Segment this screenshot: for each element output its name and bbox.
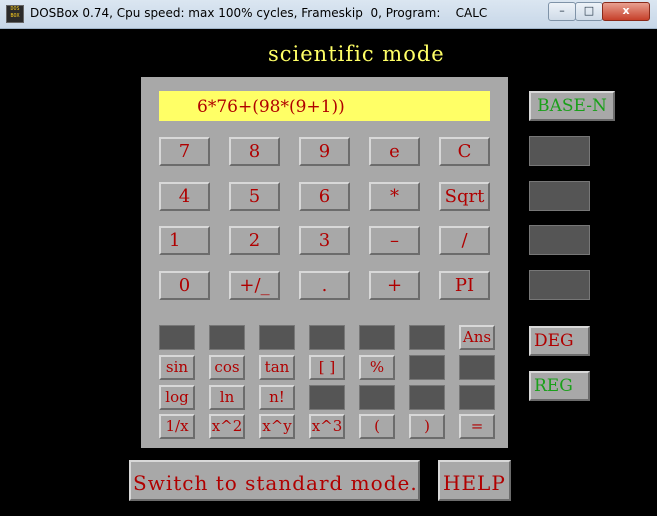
key-cube[interactable]: x^3 <box>309 414 345 439</box>
key-cos[interactable]: cos <box>209 355 245 380</box>
key-factorial[interactable]: n! <box>259 385 295 410</box>
window-title: DOSBox 0.74, Cpu speed: max 100% cycles,… <box>30 6 488 20</box>
key-ans[interactable]: Ans <box>459 325 495 350</box>
key-close-paren[interactable]: ) <box>409 414 445 439</box>
blank-key <box>409 325 445 350</box>
key-reciprocal[interactable]: 1/x <box>159 414 195 439</box>
key-1[interactable]: 1 <box>159 226 210 255</box>
minimize-button[interactable]: – <box>548 2 576 21</box>
blank-key <box>409 355 445 380</box>
blank-side-key <box>529 225 590 255</box>
deg-button[interactable]: DEG <box>529 326 590 356</box>
key-plus-minus[interactable]: +/_ <box>229 271 280 300</box>
key-plus[interactable]: + <box>369 271 420 300</box>
blank-side-key <box>529 136 590 166</box>
blank-key <box>259 325 295 350</box>
key-6[interactable]: 6 <box>299 182 350 211</box>
blank-side-key <box>529 270 590 300</box>
key-clear[interactable]: C <box>439 137 490 166</box>
blank-key <box>459 355 495 380</box>
key-brackets[interactable]: [ ] <box>309 355 345 380</box>
dosbox-app-icon: DOS BOX <box>6 5 24 23</box>
key-tan[interactable]: tan <box>259 355 295 380</box>
key-e[interactable]: e <box>369 137 420 166</box>
maximize-button[interactable]: □ <box>575 2 603 21</box>
dosbox-window: DOS BOX DOSBox 0.74, Cpu speed: max 100%… <box>0 0 657 516</box>
close-button[interactable]: x <box>602 2 650 21</box>
key-percent[interactable]: % <box>359 355 395 380</box>
mode-title: scientific mode <box>268 42 445 66</box>
key-pi[interactable]: PI <box>439 271 490 300</box>
calculator-display: 6*76+(98*(9+1)) <box>159 91 490 121</box>
key-ln[interactable]: ln <box>209 385 245 410</box>
blank-key <box>309 325 345 350</box>
base-n-button[interactable]: BASE-N <box>529 91 615 121</box>
blank-key <box>359 385 395 410</box>
key-log[interactable]: log <box>159 385 195 410</box>
blank-key <box>159 325 195 350</box>
key-minus[interactable]: – <box>369 226 420 255</box>
key-sin[interactable]: sin <box>159 355 195 380</box>
key-9[interactable]: 9 <box>299 137 350 166</box>
key-equals[interactable]: = <box>459 414 495 439</box>
key-decimal[interactable]: . <box>299 271 350 300</box>
blank-key <box>359 325 395 350</box>
key-2[interactable]: 2 <box>229 226 280 255</box>
key-divide[interactable]: / <box>439 226 490 255</box>
switch-standard-mode-button[interactable]: Switch to standard mode. <box>129 460 420 501</box>
key-7[interactable]: 7 <box>159 137 210 166</box>
key-open-paren[interactable]: ( <box>359 414 395 439</box>
key-4[interactable]: 4 <box>159 182 210 211</box>
blank-key <box>209 325 245 350</box>
key-3[interactable]: 3 <box>299 226 350 255</box>
key-0[interactable]: 0 <box>159 271 210 300</box>
blank-key <box>309 385 345 410</box>
blank-key <box>409 385 445 410</box>
key-multiply[interactable]: * <box>369 182 420 211</box>
key-5[interactable]: 5 <box>229 182 280 211</box>
key-square[interactable]: x^2 <box>209 414 245 439</box>
blank-side-key <box>529 181 590 211</box>
key-8[interactable]: 8 <box>229 137 280 166</box>
blank-key <box>459 385 495 410</box>
title-bar: DOS BOX DOSBox 0.74, Cpu speed: max 100%… <box>0 0 657 29</box>
key-sqrt[interactable]: Sqrt <box>439 182 490 211</box>
help-button[interactable]: HELP <box>438 460 511 501</box>
reg-button[interactable]: REG <box>529 371 590 401</box>
key-power[interactable]: x^y <box>259 414 295 439</box>
